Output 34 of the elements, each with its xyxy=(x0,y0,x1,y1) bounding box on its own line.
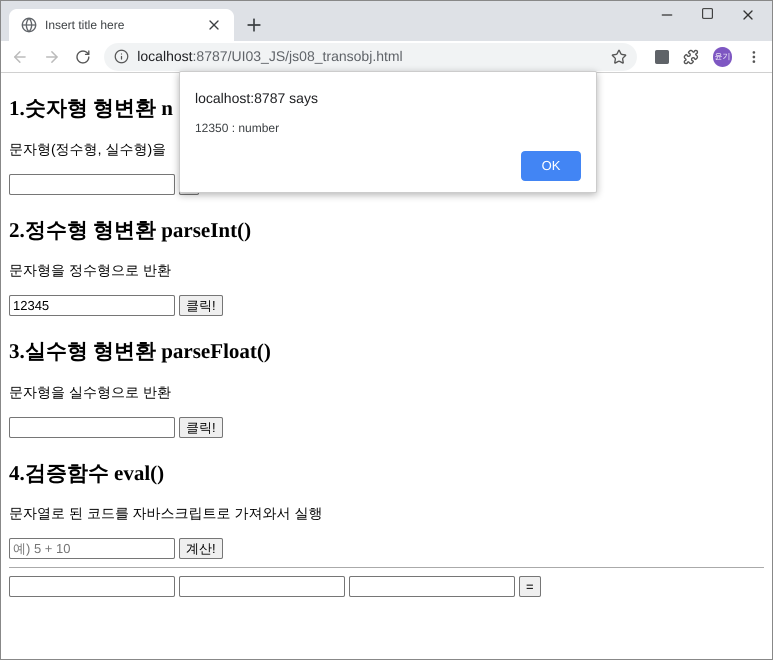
url-text: localhost:8787/UI03_JS/js08_transobj.html xyxy=(137,47,404,66)
ok-button[interactable]: OK xyxy=(521,151,581,181)
section-description: 문자형을 정수형으로 반환 xyxy=(9,261,171,280)
dialog-title: localhost:8787 says xyxy=(195,89,319,108)
extension-icon[interactable] xyxy=(654,50,669,64)
browser-tab[interactable]: Insert title here xyxy=(9,9,234,41)
text-field[interactable] xyxy=(179,576,345,597)
profile-avatar[interactable]: 윤기 xyxy=(712,46,732,66)
bookmark-star-icon[interactable] xyxy=(610,48,627,64)
click-button[interactable]: 클릭! xyxy=(179,295,223,316)
tab-title: Insert title here xyxy=(45,17,126,34)
section-description: 문자형(정수형, 실수형)을 xyxy=(9,140,166,159)
dialog-message: 12350 : number xyxy=(195,120,280,137)
text-field[interactable]: 예) 5 + 10 xyxy=(9,538,175,559)
address-bar[interactable]: localhost:8787/UI03_JS/js08_transobj.html xyxy=(104,42,637,70)
text-field[interactable]: 12345 xyxy=(9,295,175,316)
text-field[interactable] xyxy=(9,576,175,597)
globe-icon xyxy=(21,17,37,33)
click-button[interactable]: 계산! xyxy=(179,538,223,559)
text-field[interactable] xyxy=(9,174,175,194)
info-icon xyxy=(114,49,130,64)
click-button[interactable]: 클릭! xyxy=(179,416,223,438)
maximize-icon[interactable] xyxy=(701,7,714,20)
section-heading: 3.실수형 형변환 parseFloat() xyxy=(9,338,271,365)
section-description: 문자열로 된 코드를 자바스크립트로 가져와서 실행 xyxy=(9,504,322,523)
puzzle-icon[interactable] xyxy=(682,48,699,64)
click-button[interactable]: = xyxy=(519,576,541,597)
text-field[interactable] xyxy=(9,416,175,438)
section-description: 문자형을 실수형으로 반환 xyxy=(9,382,171,402)
section-heading: 1.숫자형 형변환 n xyxy=(9,95,173,122)
reload-icon[interactable] xyxy=(74,48,90,64)
text-field[interactable] xyxy=(349,576,515,597)
section-heading: 4.검증함수 eval() xyxy=(9,460,164,486)
section-heading: 2.정수형 형변환 parseInt() xyxy=(9,216,252,244)
